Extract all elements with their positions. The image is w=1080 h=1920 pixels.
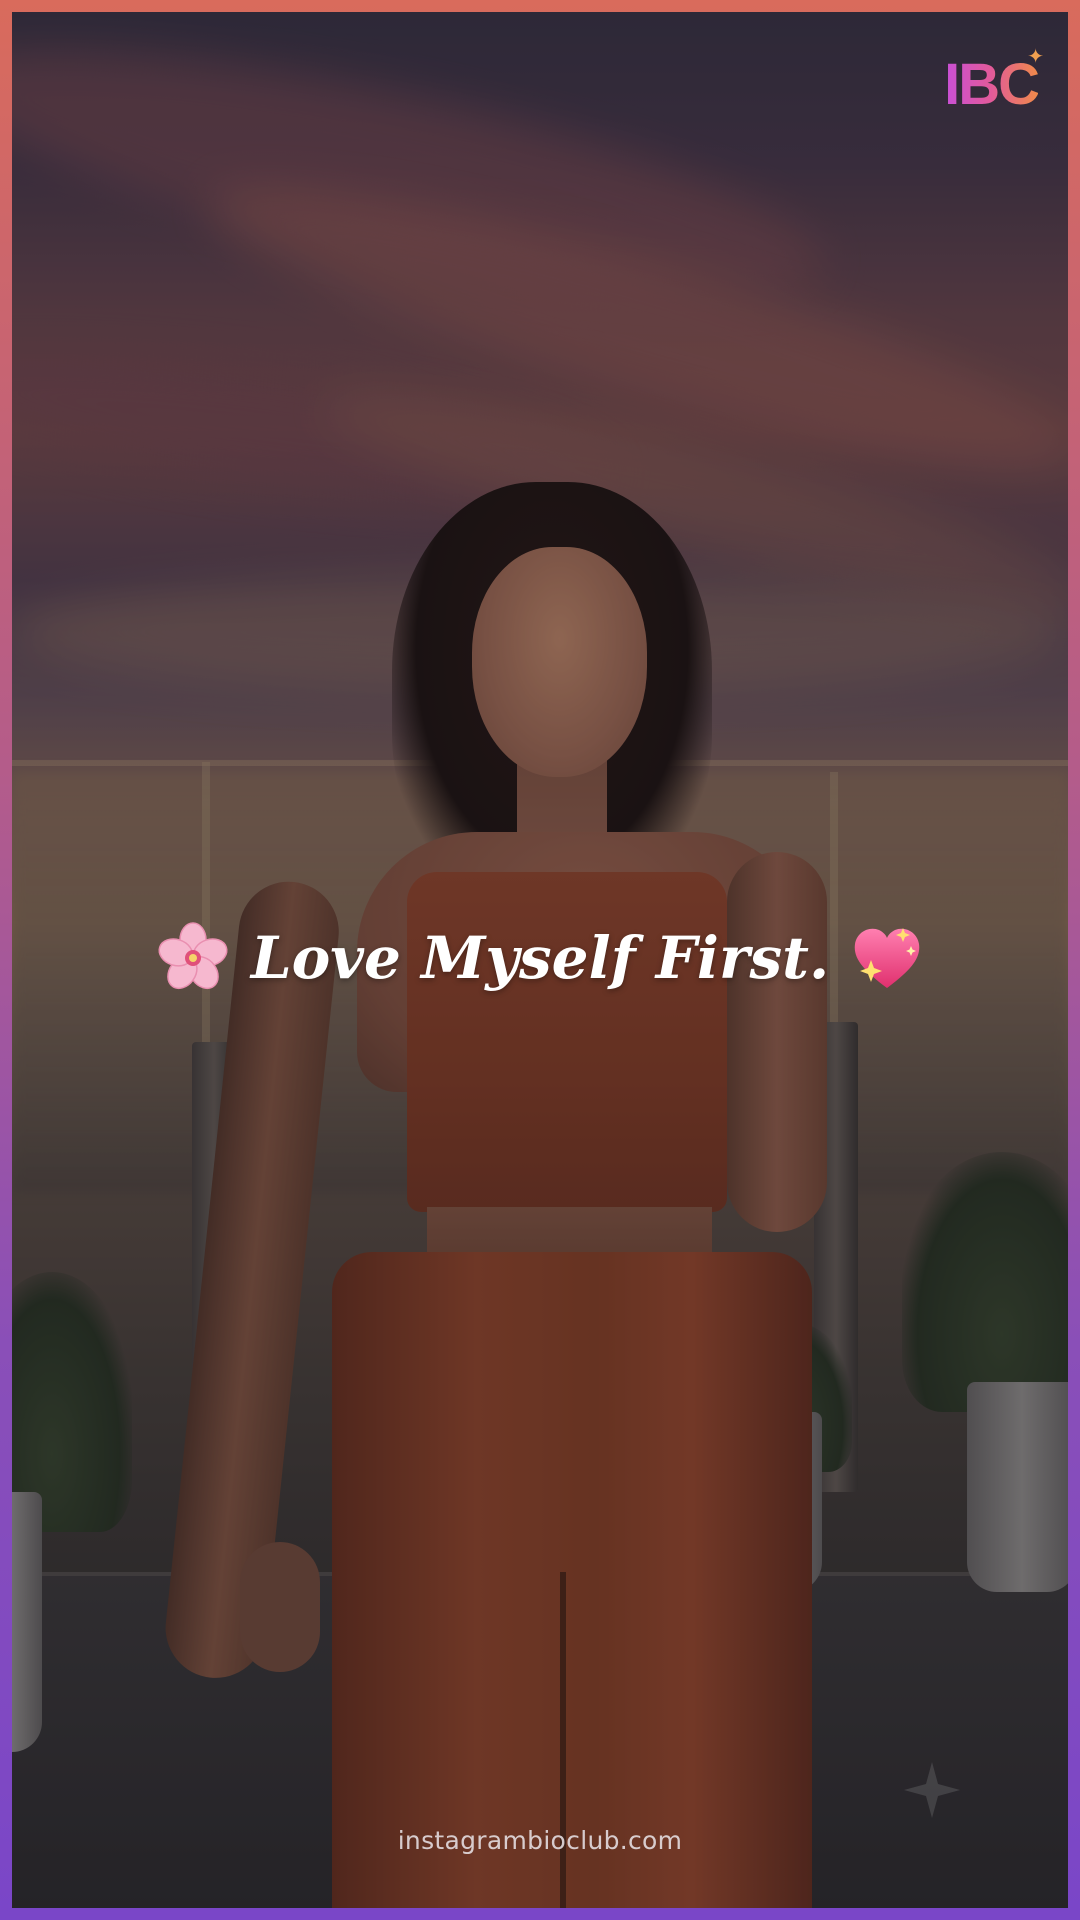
cherry-blossom-icon (155, 920, 231, 996)
sparkle-icon: ✦ (1027, 44, 1044, 68)
sparkle-watermark-icon (904, 1762, 960, 1818)
caption: Love Myself First. (0, 920, 1080, 996)
sparkling-heart-icon (849, 920, 925, 996)
logo-text: IBC (944, 51, 1040, 117)
story-frame: IBC ✦ Love Myself First. instagrambioclu… (0, 0, 1080, 1920)
caption-text: Love Myself First. (250, 924, 830, 992)
footer-url: instagrambioclub.com (397, 1826, 683, 1855)
brand-logo: IBC ✦ (944, 44, 1044, 120)
